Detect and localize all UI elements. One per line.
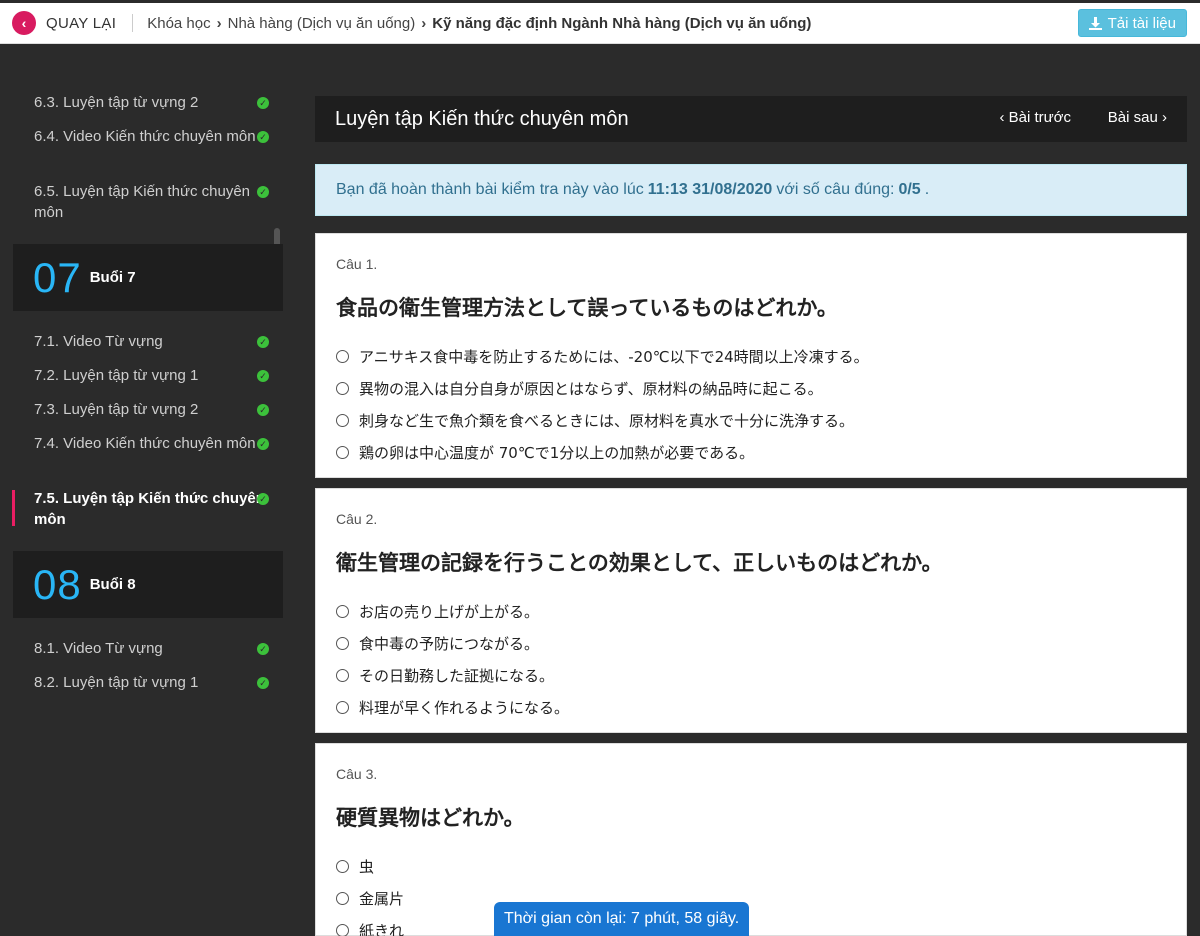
session-number: 08 — [33, 560, 82, 608]
radio-button[interactable] — [336, 413, 349, 427]
question-text: 食品の衛生管理方法として誤っているものはどれか。 — [336, 296, 838, 320]
session-label: Buổi 7 — [89, 269, 136, 286]
sidebar-lesson-7-4[interactable]: 7.4. Video Kiến thức chuyên môn — [34, 433, 274, 454]
completion-time: 11:13 31/08/2020 — [647, 181, 773, 198]
check-icon: ✓ — [257, 186, 269, 198]
answer-option[interactable]: 金属片 — [336, 882, 1166, 914]
sidebar-lesson-7-5[interactable]: 7.5. Luyện tập Kiến thức chuyên môn — [34, 488, 274, 530]
radio-button[interactable] — [336, 700, 349, 714]
radio-button[interactable] — [336, 445, 349, 459]
radio-button[interactable] — [336, 891, 349, 905]
session-number: 07 — [33, 253, 82, 301]
sidebar-lesson-8-1[interactable]: 8.1. Video Từ vựng — [34, 638, 274, 659]
check-icon: ✓ — [257, 97, 269, 109]
answer-option[interactable]: 紙きれ — [336, 914, 1166, 936]
check-icon: ✓ — [257, 438, 269, 450]
answer-option[interactable]: 刺身など生で魚介類を食べるときには、原材料を真水で十分に洗浄する。 — [336, 404, 1166, 436]
time-remaining-badge: Thời gian còn lại: 7 phút, 58 giây. — [494, 902, 750, 936]
question-number: Câu 1. — [336, 256, 378, 272]
check-icon: ✓ — [257, 493, 269, 505]
answer-option[interactable]: 鶏の卵は中心温度が 70℃で1分以上の加熱が必要である。 — [336, 436, 1166, 468]
check-icon: ✓ — [257, 131, 269, 143]
download-button[interactable]: Tải tài liệu — [1077, 9, 1187, 37]
question-card-1: Câu 1. 食品の衛生管理方法として誤っているものはどれか。 アニサキス食中毒… — [315, 233, 1187, 478]
download-icon — [1088, 16, 1102, 30]
answer-option[interactable]: 食中毒の予防につながる。 — [336, 627, 1166, 659]
breadcrumb-category[interactable]: Nhà hàng (Dịch vụ ăn uống) — [228, 15, 416, 32]
sidebar-lesson-7-1[interactable]: 7.1. Video Từ vựng — [34, 331, 274, 352]
sidebar-lesson-7-3[interactable]: 7.3. Luyện tập từ vựng 2 — [34, 399, 274, 420]
back-button[interactable]: QUAY LẠI — [46, 15, 116, 32]
check-icon: ✓ — [257, 404, 269, 416]
session-7-header[interactable]: 07 Buổi 7 — [13, 244, 283, 311]
active-indicator — [12, 490, 15, 526]
radio-button[interactable] — [336, 859, 349, 873]
breadcrumb-course: Kỹ năng đặc định Ngành Nhà hàng (Dịch vụ… — [432, 14, 812, 32]
breadcrumb-courses[interactable]: Khóa học — [147, 15, 210, 32]
sidebar-lesson-7-2[interactable]: 7.2. Luyện tập từ vựng 1 — [34, 365, 274, 386]
answer-option[interactable]: その日勤務した証拠になる。 — [336, 659, 1166, 691]
sidebar-lesson-6-3[interactable]: 6.3. Luyện tập từ vựng 2 — [34, 92, 274, 113]
answer-option[interactable]: アニサキス食中毒を防止するためには、-20℃以下で24時間以上冷凍する。 — [336, 340, 1166, 372]
answer-option[interactable]: 料理が早く作れるようになる。 — [336, 691, 1166, 723]
lesson-header: Luyện tập Kiến thức chuyên môn ‹ Bài trư… — [315, 96, 1187, 142]
question-card-3: Câu 3. 硬質異物はどれか。 虫 金属片 紙きれ — [315, 743, 1187, 936]
check-icon: ✓ — [257, 336, 269, 348]
radio-button[interactable] — [336, 381, 349, 395]
question-text: 硬質異物はどれか。 — [336, 806, 525, 830]
question-text: 衛生管理の記録を行うことの効果として、正しいものはどれか。 — [336, 551, 943, 575]
lesson-title: Luyện tập Kiến thức chuyên môn — [335, 107, 629, 130]
question-number: Câu 3. — [336, 766, 378, 782]
divider — [132, 14, 134, 32]
check-icon: ✓ — [257, 370, 269, 382]
chevron-right-icon: › — [216, 14, 222, 32]
radio-button[interactable] — [336, 604, 349, 618]
sidebar-lesson-8-2[interactable]: 8.2. Luyện tập từ vựng 1 — [34, 672, 274, 693]
session-label: Buổi 8 — [89, 576, 136, 593]
radio-button[interactable] — [336, 636, 349, 650]
next-lesson-button[interactable]: Bài sau › — [1108, 109, 1167, 126]
radio-button[interactable] — [336, 923, 349, 936]
sidebar-lesson-6-5[interactable]: 6.5. Luyện tập Kiến thức chuyên môn — [34, 181, 274, 223]
question-number: Câu 2. — [336, 511, 378, 527]
answer-option[interactable]: 異物の混入は自分自身が原因とはならず、原材料の納品時に起こる。 — [336, 372, 1166, 404]
back-icon[interactable]: ‹ — [12, 11, 36, 35]
check-icon: ✓ — [257, 643, 269, 655]
answer-option[interactable]: お店の売り上げが上がる。 — [336, 595, 1166, 627]
radio-button[interactable] — [336, 349, 349, 363]
main-content: Luyện tập Kiến thức chuyên môn ‹ Bài trư… — [300, 44, 1200, 936]
chevron-left-icon: ‹ — [999, 109, 1009, 126]
score: 0/5 — [898, 181, 921, 198]
chevron-right-icon: › — [1157, 109, 1167, 126]
sidebar-lesson-6-4[interactable]: 6.4. Video Kiến thức chuyên môn — [34, 126, 274, 147]
prev-lesson-button[interactable]: ‹ Bài trước — [999, 109, 1071, 126]
check-icon: ✓ — [257, 677, 269, 689]
chevron-right-icon: › — [421, 14, 427, 32]
sidebar: 6.3. Luyện tập từ vựng 2 ✓ 6.4. Video Ki… — [0, 44, 300, 936]
question-card-2: Câu 2. 衛生管理の記録を行うことの効果として、正しいものはどれか。 お店の… — [315, 488, 1187, 733]
top-bar: ‹ QUAY LẠI Khóa học › Nhà hàng (Dịch vụ … — [0, 0, 1200, 44]
answer-option[interactable]: 虫 — [336, 850, 1166, 882]
session-8-header[interactable]: 08 Buổi 8 — [13, 551, 283, 618]
completion-alert: Bạn đã hoàn thành bài kiểm tra này vào l… — [315, 164, 1187, 216]
radio-button[interactable] — [336, 668, 349, 682]
download-label: Tải tài liệu — [1107, 14, 1176, 32]
